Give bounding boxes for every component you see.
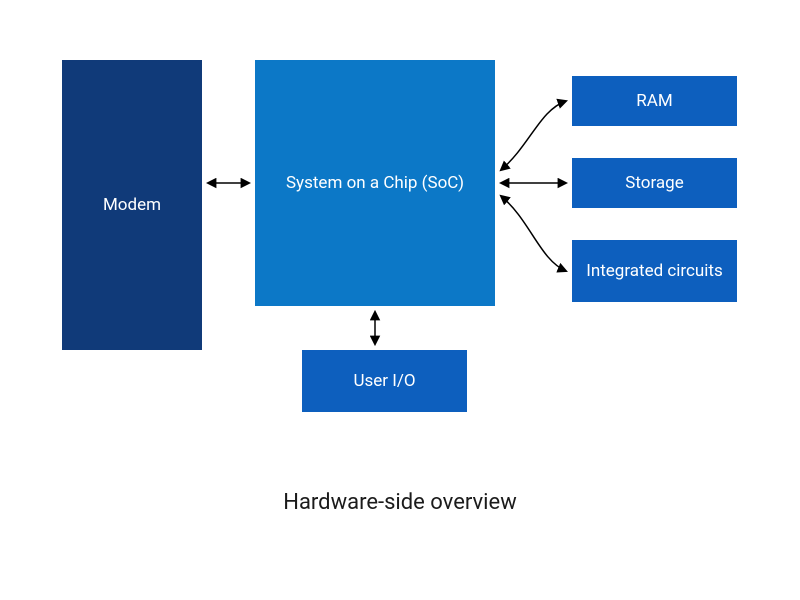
- arrow-soc-ram: [501, 101, 566, 170]
- ic-label: Integrated circuits: [586, 260, 723, 282]
- diagram-caption: Hardware-side overview: [0, 490, 800, 515]
- modem-box: Modem: [62, 60, 202, 350]
- ic-box: Integrated circuits: [572, 240, 737, 302]
- storage-box: Storage: [572, 158, 737, 208]
- soc-label: System on a Chip (SoC): [286, 172, 464, 194]
- modem-label: Modem: [103, 194, 161, 216]
- userio-label: User I/O: [353, 370, 415, 392]
- ram-box: RAM: [572, 76, 737, 126]
- soc-box: System on a Chip (SoC): [255, 60, 495, 306]
- ram-label: RAM: [636, 90, 672, 112]
- arrow-soc-ic: [501, 196, 566, 271]
- userio-box: User I/O: [302, 350, 467, 412]
- storage-label: Storage: [625, 172, 683, 194]
